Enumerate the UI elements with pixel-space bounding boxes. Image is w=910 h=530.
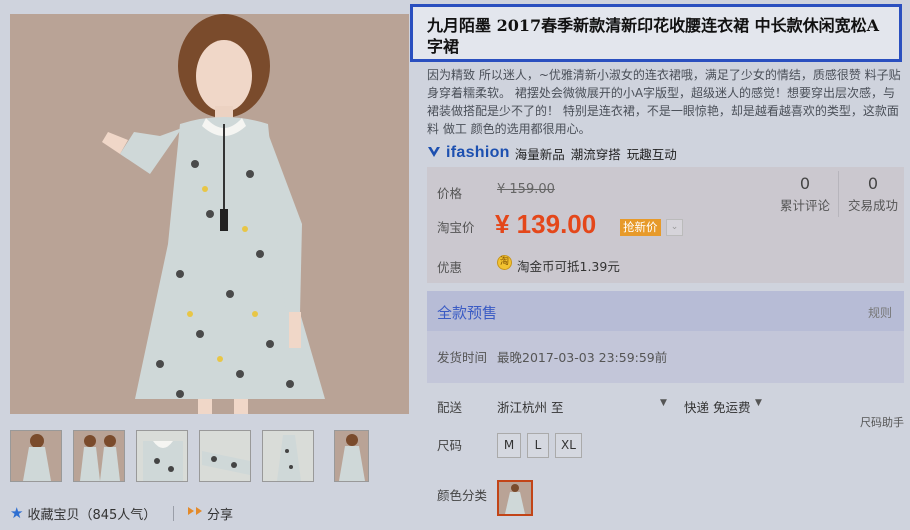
sales-count[interactable]: 0 交易成功 [843,174,903,214]
thumbnail-1[interactable] [10,430,62,482]
ship-time-label: 发货时间 [437,350,488,365]
size-label: 尺码 [437,438,463,453]
presale-title: 全款预售 [437,304,498,322]
favorite-button[interactable]: ★ 收藏宝贝（845人气） [10,504,157,524]
original-price: ¥ 159.00 [497,182,555,197]
price-label: 价格 [437,186,463,201]
sales-count-label: 交易成功 [847,198,898,213]
taobao-coin-icon: 淘 [497,255,512,270]
taobao-coin-discount: 淘金币可抵1.39元 [517,259,620,274]
color-label: 颜色分类 [437,488,488,503]
ifashion-icon [427,145,441,162]
dress-model-illustration [10,14,409,414]
sales-count-value: 0 [867,174,879,193]
price-panel: 价格 ¥ 159.00 淘宝价 ¥ 139.00 抢新价 ⌄ 0 累计评论 0 … [427,167,904,283]
thumbnail-strip [10,430,410,484]
delivery-from-text: 浙江杭州 至 [497,400,564,415]
divider [173,506,174,521]
color-option-swatch[interactable] [497,480,533,516]
thumbnail-4[interactable] [199,430,251,482]
delivery-label: 配送 [437,400,463,415]
ifashion-banner[interactable]: ifashion 海量新品 潮流穿搭 玩趣互动 [427,142,677,164]
ifashion-logo: ifashion [446,144,510,161]
thumbnail-image [263,431,313,481]
thumbnail-3[interactable] [136,430,188,482]
caret-down-icon[interactable]: ▼ [660,398,667,408]
star-icon: ★ [10,504,24,522]
item-actions: ★ 收藏宝贝（845人气） 分享 [10,504,410,524]
thumbnail-image [200,431,250,481]
review-count[interactable]: 0 累计评论 [775,174,835,214]
caret-down-icon[interactable]: ▼ [755,398,762,408]
thumbnail-image [74,431,124,481]
chevron-down-icon[interactable]: ⌄ [666,219,683,236]
ifashion-tagline: 海量新品 潮流穿搭 玩趣互动 [514,146,677,162]
main-product-image[interactable] [10,14,409,414]
size-option-xl[interactable]: XL [555,433,582,458]
rush-price-badge[interactable]: 抢新价 [620,219,661,236]
size-helper-link[interactable]: 尺码助手 [860,414,904,430]
thumbnail-image [335,431,368,481]
share-icon [187,505,203,523]
thumbnail-2[interactable] [73,430,125,482]
favorite-label: 收藏宝贝（845人气） [27,508,157,523]
thumbnail-image [11,431,61,481]
product-title: 九月陌墨 2017春季新款清新印花收腰连衣裙 中长款休闲宽松A字裙 [410,4,902,62]
share-button[interactable]: 分享 [187,504,233,523]
share-label: 分享 [207,508,234,523]
thumbnail-6[interactable] [334,430,369,482]
swatch-image [499,482,531,514]
presale-header: 全款预售 规则 [427,291,904,331]
thumbnail-5[interactable] [262,430,314,482]
delivery-method-text: 快递 免运费 [684,400,751,415]
delivery-method-select[interactable]: 快递 免运费 [684,397,750,416]
delivery-destination-select[interactable]: 浙江杭州 至 [497,397,563,416]
size-option-l[interactable]: L [527,433,549,458]
thumbnail-image [137,431,187,481]
size-option-m[interactable]: M [497,433,521,458]
presale-panel: 全款预售 规则 发货时间 最晚2017-03-03 23:59:59前 [427,291,904,383]
promo-label: 优惠 [437,260,463,275]
presale-rule-link[interactable]: 规则 [868,304,892,321]
current-price: ¥ 139.00 [495,209,597,239]
taobao-price-label: 淘宝价 [437,220,475,235]
review-count-value: 0 [799,174,811,193]
product-description: 因为精致 所以迷人，~优雅清新小淑女的连衣裙哦，满足了少女的情结，质感很赞 料子… [427,68,901,136]
ship-time-value: 最晚2017-03-03 23:59:59前 [497,350,668,365]
divider [838,171,839,217]
review-count-label: 累计评论 [779,198,830,213]
